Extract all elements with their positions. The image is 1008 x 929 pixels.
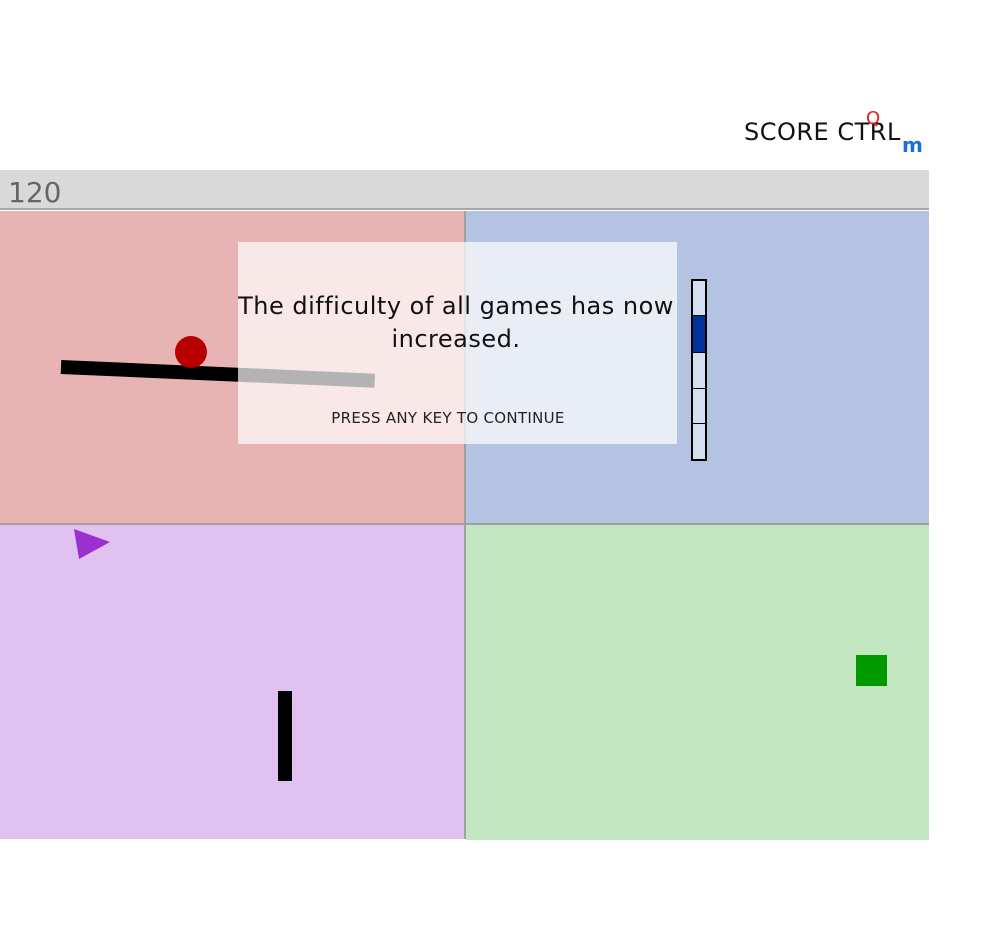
meter-active-segment xyxy=(693,316,705,352)
purple-ship-game-panel[interactable] xyxy=(0,525,466,839)
ship-triangle-icon xyxy=(74,529,110,559)
vertical-meter xyxy=(691,279,707,461)
balance-ball xyxy=(175,336,207,368)
ctrl-q-logo-letter: Q xyxy=(866,108,881,129)
difficulty-message: The difficulty of all games has now incr… xyxy=(238,292,674,353)
vertical-paddle xyxy=(278,691,292,781)
ctrl-m-logo-letter: m xyxy=(902,133,923,157)
score-value: 120 xyxy=(8,176,62,209)
score-bar xyxy=(0,170,929,210)
press-any-key-prompt[interactable]: PRESS ANY KEY TO CONTINUE xyxy=(238,409,658,427)
green-square-target xyxy=(856,655,887,686)
